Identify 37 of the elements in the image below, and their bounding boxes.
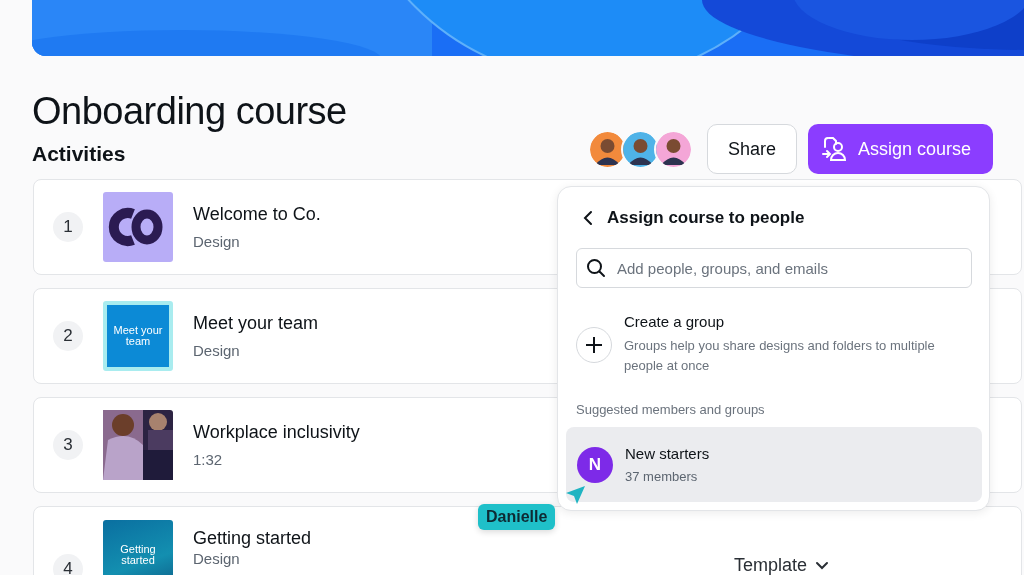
assign-course-button[interactable]: Assign course [807,124,993,174]
add-button[interactable] [576,326,612,363]
member-count: 37 members [625,469,699,484]
create-group-title[interactable]: Create a group [624,313,972,330]
search-field[interactable]: Add people, groups, and emails [576,248,972,288]
activity-type: Design [193,551,241,567]
section-heading: Suggested members and groups [576,402,766,417]
logo-thumbnail [103,192,173,262]
create-group-description: Groups help you share designs and folders to multiple people at once [624,337,936,375]
group-name: New starters [625,445,710,462]
step-number: 2 [53,321,83,351]
activity-type: Design [193,233,241,250]
search-icon [586,258,606,278]
activity-title: Meet your team [193,313,319,334]
back-button[interactable] [583,210,593,226]
thumbnail-text: Meet your team [103,301,173,371]
template-dropdown[interactable]: Template [727,554,835,575]
activity-type: 1:32 [193,451,224,468]
page-title: Onboarding course [32,90,348,132]
suggestion-item[interactable]: N New starters 37 members [566,427,982,502]
popover-title: Assign course to people [607,208,805,228]
step-number: 1 [53,212,83,242]
activity-type: Design [193,342,241,359]
activity-title: Welcome to Co. [193,204,321,225]
activity-title: Workplace inclusivity [193,422,360,443]
section-title: Activities [32,141,127,166]
activity-title: Getting started [193,528,312,549]
thumbnail-text: Getting started [103,520,173,575]
plus-icon [585,335,603,354]
chevron-left-icon [583,210,593,226]
step-number: 3 [53,430,83,460]
share-button[interactable]: Share [706,124,797,174]
chevron-down-icon [815,561,829,570]
step-number: 4 [53,554,83,575]
group-avatar: N [577,446,613,483]
collaborator-label: Danielle [478,504,556,530]
people-icon [819,135,848,163]
